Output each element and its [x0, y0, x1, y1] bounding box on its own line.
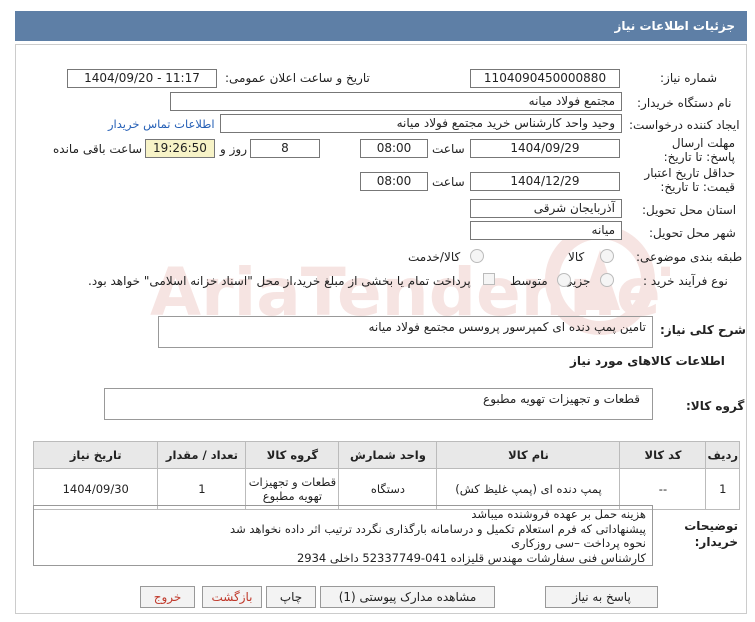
- city-label: شهر محل تحویل:: [649, 226, 736, 240]
- announce-field[interactable]: 1404/09/20 - 11:17: [67, 69, 217, 88]
- validity-date-field[interactable]: 1404/12/29: [470, 172, 620, 191]
- buyer-notes-field[interactable]: هزینه حمل بر عهده فروشنده میباشد پیشنهاد…: [33, 505, 653, 566]
- payment-note: پرداخت تمام یا بخشی از مبلغ خرید،از محل …: [88, 274, 471, 288]
- deadline-label: مهلت ارسال پاسخ: تا تاریخ:: [663, 136, 735, 164]
- cell-name: پمپ دنده ای (پمپ غلیظ کش): [436, 468, 621, 510]
- items-table: ردیف کد کالا نام کالا واحد شمارش گروه کا…: [32, 441, 740, 510]
- category-radio-goods-service[interactable]: [470, 249, 484, 263]
- need-number-field[interactable]: 1104090450000880: [470, 69, 620, 88]
- deadline-time-label: ساعت: [432, 142, 465, 156]
- th-code: کد کالا: [619, 441, 707, 469]
- goods-group-field[interactable]: قطعات و تجهیزات تهویه مطبوع: [104, 388, 653, 420]
- process-radio-minor[interactable]: [600, 273, 614, 287]
- days-field[interactable]: 8: [250, 139, 320, 158]
- goods-info-title: اطلاعات کالاهای مورد نیاز: [570, 354, 725, 368]
- need-number-label: شماره نیاز:: [660, 71, 717, 85]
- page-header: جزئیات اطلاعات نیاز: [15, 11, 747, 41]
- treasury-checkbox[interactable]: [483, 273, 495, 285]
- back-button[interactable]: بازگشت: [202, 586, 262, 608]
- cell-group: قطعات و تجهیزات تهویه مطبوع: [245, 468, 340, 510]
- th-qty: تعداد / مقدار: [157, 441, 247, 469]
- city-field[interactable]: میانه: [470, 221, 622, 240]
- table-header-row: ردیف کد کالا نام کالا واحد شمارش گروه کا…: [32, 441, 740, 469]
- table-row[interactable]: 1 -- پمپ دنده ای (پمپ غلیظ کش) دستگاه قط…: [32, 468, 740, 510]
- cell-code: --: [619, 468, 707, 510]
- summary-text: تامین پمپ دنده ای کمپرسور پروسس مجتمع فو…: [368, 320, 646, 334]
- goods-group-text: قطعات و تجهیزات تهویه مطبوع: [483, 392, 640, 406]
- deadline-date-field[interactable]: 1404/09/29: [470, 139, 620, 158]
- announce-label: تاریخ و ساعت اعلان عمومی:: [225, 71, 370, 85]
- remaining-label: ساعت باقی مانده: [53, 142, 143, 156]
- buyer-field[interactable]: مجتمع فولاد میانه: [170, 92, 622, 111]
- process-label: نوع فرآیند خرید :: [643, 274, 728, 288]
- province-label: استان محل تحویل:: [642, 203, 737, 217]
- exit-button[interactable]: خروج: [140, 586, 195, 608]
- cell-row: 1: [705, 468, 740, 510]
- cell-qty: 1: [157, 468, 247, 510]
- buyer-label: نام دستگاه خریدار:: [637, 96, 732, 110]
- summary-label: شرح کلی نیاز:: [660, 323, 746, 337]
- th-name: نام کالا: [436, 441, 621, 469]
- cell-date: 1404/09/30: [32, 468, 159, 510]
- buyer-notes-line: هزینه حمل بر عهده فروشنده میباشد: [471, 507, 646, 521]
- category-option-goods-service: کالا/خدمت: [408, 250, 461, 264]
- validity-label: حداقل تاریخ اعتبار قیمت: تا تاریخ:: [644, 166, 735, 194]
- attachments-button[interactable]: مشاهده مدارک پیوستی (1): [320, 586, 495, 608]
- buyer-notes-line: نحوه پرداخت –سی روزکاری: [511, 536, 646, 550]
- creator-field[interactable]: وحید واحد کارشناس خرید مجتمع فولاد میانه: [220, 114, 622, 133]
- th-unit: واحد شمارش: [338, 441, 438, 469]
- validity-time-field[interactable]: 08:00: [360, 172, 428, 191]
- buyer-contact-link[interactable]: اطلاعات تماس خریدار: [108, 117, 215, 131]
- goods-group-label: گروه کالا:: [686, 399, 745, 413]
- th-row: ردیف: [705, 441, 740, 469]
- creator-label: ایجاد کننده درخواست:: [629, 118, 740, 132]
- process-radio-medium[interactable]: [557, 273, 571, 287]
- days-label: روز و: [220, 142, 247, 156]
- print-button[interactable]: چاپ: [266, 586, 316, 608]
- category-label: طبقه بندی موضوعی:: [636, 250, 743, 264]
- province-field[interactable]: آذربایجان شرقی: [470, 199, 622, 218]
- th-date: تاریخ نیاز: [32, 441, 159, 469]
- cell-unit: دستگاه: [338, 468, 438, 510]
- deadline-time-field[interactable]: 08:00: [360, 139, 428, 158]
- buyer-notes-line: پیشنهاداتی که فرم استعلام تکمیل و درساما…: [230, 521, 646, 536]
- th-group: گروه کالا: [245, 441, 340, 469]
- category-radio-goods[interactable]: [600, 249, 614, 263]
- buyer-notes-line: کارشناس فنی سفارشات مهندس قلیزاده 041-52…: [296, 550, 646, 565]
- buyer-notes-label: توضیحات خریدار:: [684, 519, 738, 549]
- summary-field[interactable]: تامین پمپ دنده ای کمپرسور پروسس مجتمع فو…: [158, 316, 653, 348]
- category-option-goods: کالا: [568, 250, 585, 264]
- remaining-time-field: 19:26:50: [145, 139, 215, 158]
- process-option-medium: متوسط: [510, 274, 548, 288]
- validity-time-label: ساعت: [432, 175, 465, 189]
- reply-button[interactable]: پاسخ به نیاز: [545, 586, 658, 608]
